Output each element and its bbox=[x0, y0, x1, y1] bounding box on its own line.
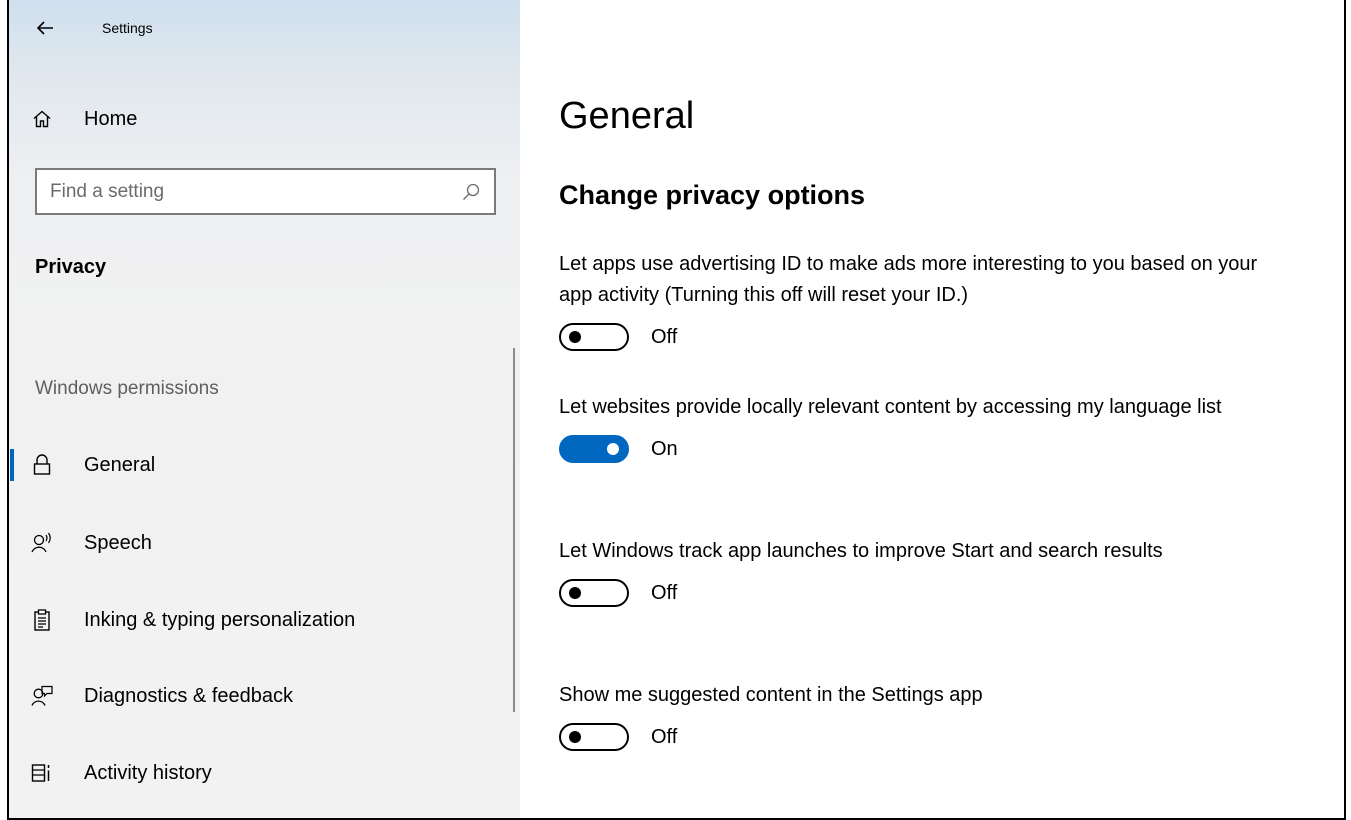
setting-suggested-content: Show me suggested content in the Setting… bbox=[559, 680, 1279, 751]
sidebar-item-label: Diagnostics & feedback bbox=[84, 684, 294, 707]
title-bar: Settings bbox=[9, 0, 520, 56]
toggle-knob bbox=[569, 731, 581, 743]
main-content: General Change privacy options Let apps … bbox=[559, 0, 1339, 818]
toggle-row: Off bbox=[559, 579, 1279, 607]
sidebar-item-label: Inking & typing personalization bbox=[84, 608, 356, 631]
sidebar-item-general[interactable]: General bbox=[9, 441, 513, 489]
setting-language-list: Let websites provide locally relevant co… bbox=[559, 392, 1279, 463]
feedback-icon bbox=[31, 685, 53, 707]
sidebar-item-activity-history[interactable]: Activity history bbox=[9, 749, 513, 797]
home-icon bbox=[31, 108, 53, 130]
sidebar-section-title: Privacy bbox=[35, 256, 107, 278]
search-box bbox=[35, 168, 496, 215]
setting-app-launch-tracking: Let Windows track app launches to improv… bbox=[559, 536, 1279, 607]
sidebar-item-diagnostics-feedback[interactable]: Diagnostics & feedback bbox=[9, 672, 513, 720]
sidebar-item-inking-typing[interactable]: Inking & typing personalization bbox=[9, 596, 513, 644]
setting-description: Let websites provide locally relevant co… bbox=[559, 396, 1222, 418]
clipboard-icon bbox=[31, 609, 53, 631]
sidebar-item-label: General bbox=[84, 453, 156, 476]
toggle-state-label: Off bbox=[651, 725, 678, 748]
sidebar-item-label: Home bbox=[84, 107, 138, 130]
sidebar-scrollbar[interactable] bbox=[513, 348, 515, 712]
toggle-row: Off bbox=[559, 723, 1279, 751]
toggle-knob bbox=[607, 443, 619, 455]
page-title: General bbox=[559, 95, 695, 137]
app-launch-tracking-toggle[interactable] bbox=[559, 579, 629, 607]
activity-icon bbox=[31, 762, 53, 784]
settings-window: Settings Home Privacy Windows permission… bbox=[7, 0, 1346, 820]
toggle-knob bbox=[569, 587, 581, 599]
toggle-state-label: On bbox=[651, 437, 678, 460]
section-subtitle: Change privacy options bbox=[559, 180, 866, 210]
sidebar-item-speech[interactable]: Speech bbox=[9, 519, 513, 567]
language-list-toggle[interactable] bbox=[559, 435, 629, 463]
sidebar-item-home[interactable]: Home bbox=[9, 95, 513, 143]
toggle-state-label: Off bbox=[651, 325, 678, 348]
speech-icon bbox=[31, 532, 53, 554]
setting-advertising-id: Let apps use advertising ID to make ads … bbox=[559, 249, 1279, 351]
sidebar-item-label: Speech bbox=[84, 531, 152, 554]
app-title: Settings bbox=[102, 20, 153, 36]
back-arrow-icon bbox=[36, 21, 53, 35]
sidebar-item-label: Activity history bbox=[84, 761, 212, 784]
toggle-knob bbox=[569, 331, 581, 343]
lock-icon bbox=[31, 454, 53, 476]
setting-description: Let Windows track app launches to improv… bbox=[559, 540, 1163, 562]
sidebar-group-header: Windows permissions bbox=[35, 378, 219, 399]
setting-description: Let apps use advertising ID to make ads … bbox=[559, 253, 1258, 306]
search-input[interactable] bbox=[37, 170, 494, 213]
toggle-row: Off bbox=[559, 323, 1279, 351]
toggle-row: On bbox=[559, 435, 1279, 463]
setting-description: Show me suggested content in the Setting… bbox=[559, 684, 983, 706]
toggle-state-label: Off bbox=[651, 581, 678, 604]
advertising-id-toggle[interactable] bbox=[559, 323, 629, 351]
search-icon[interactable] bbox=[462, 183, 480, 201]
back-button[interactable] bbox=[33, 16, 57, 40]
sidebar: Settings Home Privacy Windows permission… bbox=[9, 0, 520, 818]
suggested-content-toggle[interactable] bbox=[559, 723, 629, 751]
